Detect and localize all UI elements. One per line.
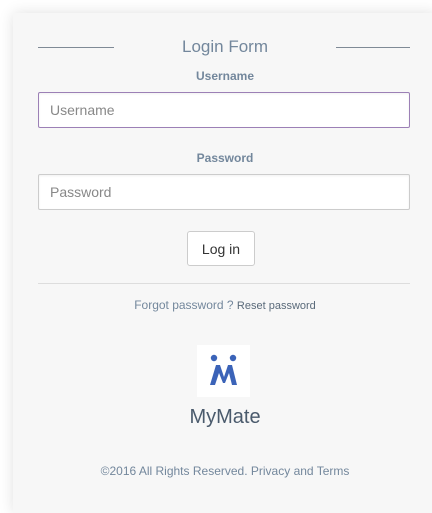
password-label: Password bbox=[196, 151, 254, 165]
separator bbox=[38, 283, 410, 284]
forgot-password-text: Forgot password ? bbox=[134, 298, 234, 312]
username-label: Username bbox=[195, 69, 255, 83]
brand-logo-icon bbox=[197, 345, 250, 397]
reset-password-link[interactable]: Reset password bbox=[237, 300, 316, 312]
forgot-password-row: Forgot password ? Reset password bbox=[13, 298, 432, 312]
footer: ©2016 All Rights Reserved. Privacy and T… bbox=[13, 464, 432, 478]
username-input[interactable] bbox=[38, 92, 410, 128]
copyright-text: ©2016 All Rights Reserved. bbox=[100, 464, 248, 478]
title-divider-right bbox=[336, 47, 410, 48]
login-card: Login Form Username Password Log in Forg… bbox=[13, 13, 432, 513]
brand-name: MyMate bbox=[189, 406, 261, 428]
form-title-row: Login Form bbox=[13, 37, 432, 59]
password-input[interactable] bbox=[38, 174, 410, 210]
privacy-terms-link[interactable]: Privacy and Terms bbox=[251, 464, 349, 478]
login-button[interactable]: Log in bbox=[187, 231, 255, 266]
